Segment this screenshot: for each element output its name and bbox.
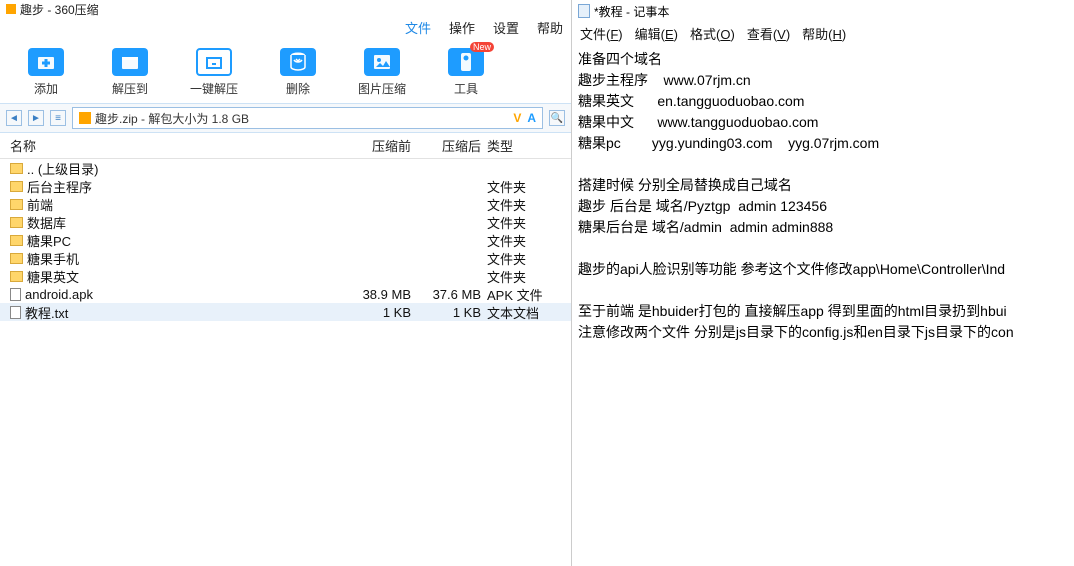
folder-icon [10,181,23,192]
file-name: 糖果PC [27,231,71,250]
menu-file[interactable]: 文件 [405,18,431,37]
onekey-unzip-button[interactable]: 一键解压 [190,48,238,97]
tools-button[interactable]: New 工具 [442,48,490,97]
np-menu-help[interactable]: 帮助(H) [802,24,846,43]
file-name: 后台主程序 [27,177,92,196]
new-badge: New [470,42,494,52]
table-row[interactable]: 前端 文件夹 [0,195,571,213]
np-menu-file[interactable]: 文件(F) [580,24,623,43]
table-row[interactable]: 糖果英文 文件夹 [0,267,571,285]
titlebar: 趣步 - 360压缩 [0,0,571,18]
toolbar: 添加 解压到 一键解压 删除 图片压缩 [0,40,571,103]
table-row[interactable]: 后台主程序 文件夹 [0,177,571,195]
notepad-menubar: 文件(F) 编辑(E) 格式(O) 查看(V) 帮助(H) [572,22,1074,47]
file-type: 文件夹 [481,177,561,196]
col-type[interactable]: 类型 [481,136,561,155]
table-row[interactable]: 教程.txt1 KB1 KB文本文档 [0,303,571,321]
file-type: APK 文件 [481,285,561,304]
folder-icon [10,253,23,264]
list-view-button[interactable]: ≡ [50,110,66,126]
col-before[interactable]: 压缩前 [341,136,411,155]
app-icon [6,4,16,14]
search-button[interactable]: 🔍 [549,110,565,126]
file-table: 名称 压缩前 压缩后 类型 .. (上级目录)后台主程序文件夹前端文件夹数据库文… [0,133,571,566]
file-name: 糖果英文 [27,267,79,286]
add-icon [28,48,64,76]
table-row[interactable]: 数据库 文件夹 [0,213,571,231]
file-icon [10,306,21,319]
tool-icon: New [448,48,484,76]
notepad-window: *教程 - 记事本 文件(F) 编辑(E) 格式(O) 查看(V) 帮助(H) … [571,0,1074,566]
menu-help[interactable]: 帮助 [537,18,563,37]
file-type: 文件夹 [481,231,561,250]
folder-icon [10,163,23,174]
add-button[interactable]: 添加 [22,48,70,97]
notepad-body[interactable]: 准备四个域名 趣步主程序 www.07rjm.cn 糖果英文 en.tanggu… [572,47,1074,345]
folder-icon [10,235,23,246]
col-after[interactable]: 压缩后 [411,136,481,155]
size-before: 38.9 MB [341,287,411,302]
forward-button[interactable]: ► [28,110,44,126]
notepad-title: *教程 - 记事本 [594,3,669,20]
file-name: .. (上级目录) [27,159,99,178]
size-after: 1 KB [411,305,481,320]
notepad-icon [578,4,590,18]
archive-icon [79,112,91,124]
folder-icon [10,271,23,282]
table-row[interactable]: 糖果手机 文件夹 [0,249,571,267]
file-type: 文本文档 [481,303,561,322]
delete-button[interactable]: 删除 [274,48,322,97]
file-type: 文件夹 [481,249,561,268]
path-text: 趣步.zip - 解包大小为 1.8 GB [95,110,249,127]
size-before: 1 KB [341,305,411,320]
table-header: 名称 压缩前 压缩后 类型 [0,133,571,159]
np-menu-view[interactable]: 查看(V) [747,24,790,43]
np-menu-edit[interactable]: 编辑(E) [635,24,678,43]
file-type: 文件夹 [481,195,561,214]
file-name: android.apk [25,287,93,302]
folder-icon [10,217,23,228]
file-name: 前端 [27,195,53,214]
window-title: 趣步 - 360压缩 [20,1,99,18]
extract-icon [112,48,148,76]
table-row[interactable]: android.apk 38.9 MB37.6 MBAPK 文件 [0,285,571,303]
file-type: 文件夹 [481,267,561,286]
np-menu-format[interactable]: 格式(O) [690,24,735,43]
archive-window: 趣步 - 360压缩 文件 操作 设置 帮助 添加 解压到 一键解压 [0,0,571,566]
col-name[interactable]: 名称 [10,136,341,155]
extract-button[interactable]: 解压到 [106,48,154,97]
path-input[interactable]: 趣步.zip - 解包大小为 1.8 GB V A [72,107,543,129]
image-icon [364,48,400,76]
v-indicator: V [513,111,521,125]
table-row[interactable]: .. (上级目录) [0,159,571,177]
notepad-titlebar: *教程 - 记事本 [572,0,1074,22]
table-row[interactable]: 糖果PC 文件夹 [0,231,571,249]
file-name: 教程.txt [25,303,68,322]
menu-settings[interactable]: 设置 [493,18,519,37]
file-name: 糖果手机 [27,249,79,268]
file-type: 文件夹 [481,213,561,232]
onekey-icon [196,48,232,76]
menu-ops[interactable]: 操作 [449,18,475,37]
menubar: 文件 操作 设置 帮助 [0,18,571,40]
folder-icon [10,199,23,210]
file-name: 数据库 [27,213,66,232]
back-button[interactable]: ◄ [6,110,22,126]
image-compress-button[interactable]: 图片压缩 [358,48,406,97]
file-icon [10,288,21,301]
navbar: ◄ ► ≡ 趣步.zip - 解包大小为 1.8 GB V A 🔍 [0,103,571,133]
size-after: 37.6 MB [411,287,481,302]
delete-icon [280,48,316,76]
a-indicator: A [527,111,536,125]
